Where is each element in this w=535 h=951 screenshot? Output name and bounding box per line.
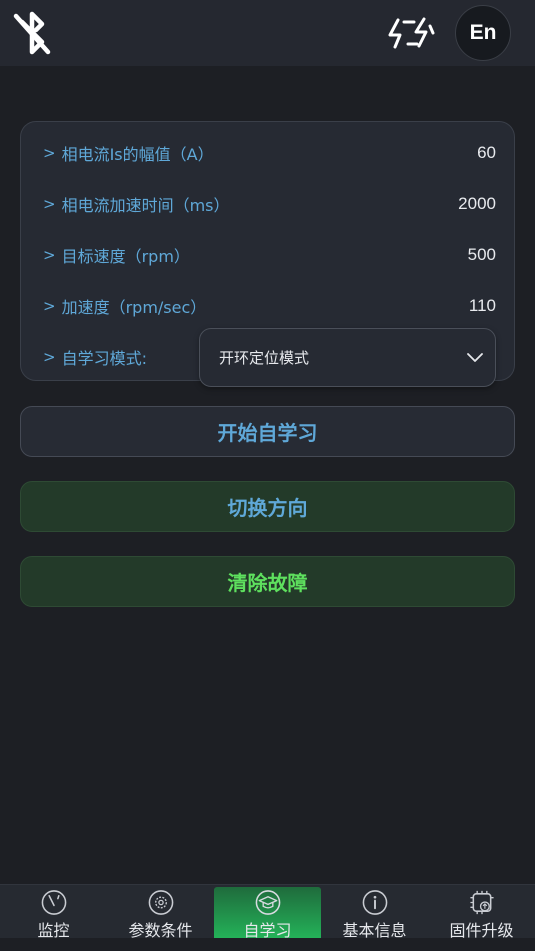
param-row-phase-current[interactable]: > 相电流Is的幅值（A） 60 — [43, 138, 496, 168]
param-row-accel-time[interactable]: > 相电流加速时间（ms） 2000 — [43, 189, 496, 219]
chevron-right-icon: > — [43, 348, 56, 366]
sync-bolt-icon[interactable] — [386, 14, 436, 52]
chevron-right-icon: > — [43, 144, 56, 162]
settings-gear-icon — [148, 890, 173, 915]
param-label: 加速度（rpm/sec） — [61, 298, 207, 317]
clear-fault-button[interactable]: 清除故障 — [20, 556, 515, 607]
language-toggle-button[interactable]: En — [455, 5, 511, 61]
switch-direction-button[interactable]: 切换方向 — [20, 481, 515, 532]
param-value[interactable]: 60 — [477, 143, 496, 163]
start-self-learning-button[interactable]: 开始自学习 — [20, 406, 515, 457]
tab-firmware-upgrade[interactable]: 固件升级 — [428, 887, 535, 941]
param-value[interactable]: 110 — [469, 296, 496, 316]
gauge-icon — [41, 890, 66, 915]
chevron-right-icon: > — [43, 246, 56, 264]
param-value[interactable]: 500 — [468, 245, 496, 265]
top-bar: En — [0, 0, 535, 66]
bluetooth-off-icon[interactable] — [12, 10, 54, 56]
mode-label: 自学习模式: — [61, 349, 147, 368]
param-row-target-speed[interactable]: > 目标速度（rpm） 500 — [43, 240, 496, 270]
mode-select[interactable]: 开环定位模式 — [199, 328, 496, 387]
param-label: 目标速度（rpm） — [61, 247, 190, 266]
param-value[interactable]: 2000 — [458, 194, 496, 214]
graduation-cap-icon — [255, 890, 280, 915]
tab-basic-info[interactable]: 基本信息 — [321, 887, 428, 941]
param-label: 相电流Is的幅值（A） — [61, 145, 214, 164]
chevron-down-icon — [467, 352, 483, 362]
tab-parameters[interactable]: 参数条件 — [107, 887, 214, 941]
mode-selected-value: 开环定位模式 — [219, 349, 310, 367]
info-icon — [362, 890, 387, 915]
tab-self-learning[interactable]: 自学习 — [214, 887, 321, 941]
param-label: 相电流加速时间（ms） — [61, 196, 230, 215]
chevron-right-icon: > — [43, 297, 56, 315]
chip-upgrade-icon — [469, 890, 494, 915]
home-indicator-area — [0, 938, 535, 951]
chevron-right-icon: > — [43, 195, 56, 213]
tab-monitor[interactable]: 监控 — [0, 887, 107, 941]
param-row-acceleration[interactable]: > 加速度（rpm/sec） 110 — [43, 291, 496, 321]
